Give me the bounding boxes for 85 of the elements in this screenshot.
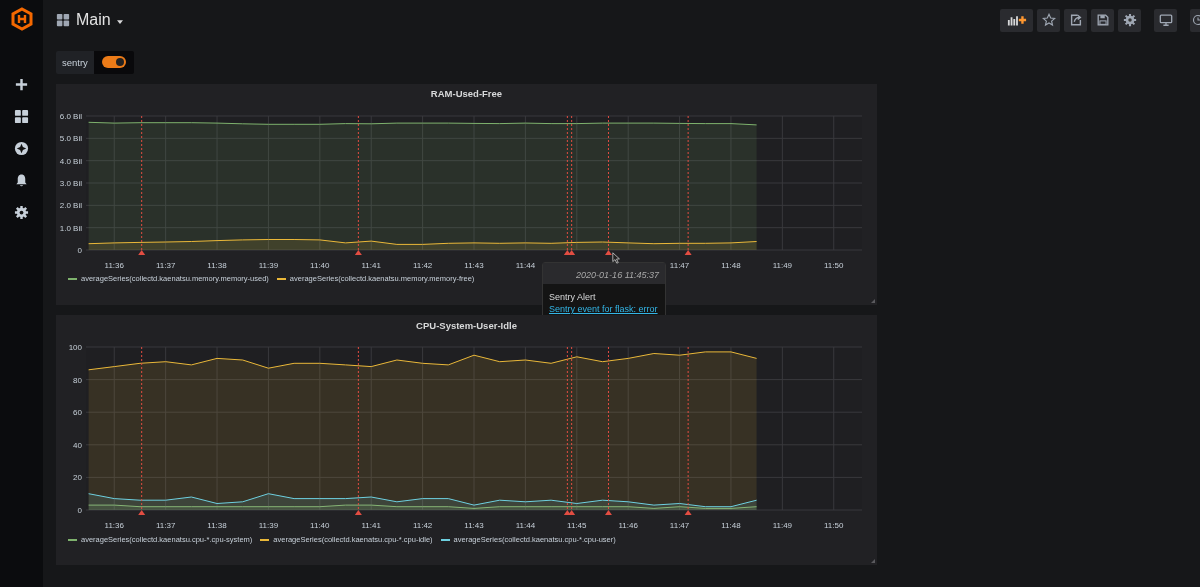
x-tick-label: 11:39 (258, 261, 279, 270)
x-tick-label: 11:49 (772, 521, 793, 530)
x-tick-label: 11:38 (207, 521, 227, 530)
x-tick-label: 11:38 (207, 261, 227, 270)
x-tick-label: 11:45 (567, 521, 587, 530)
dashboard-title[interactable]: Main (76, 11, 111, 29)
annotation-marker[interactable] (354, 346, 362, 515)
y-tick-label: 20 (73, 473, 82, 483)
tooltip-link[interactable]: Sentry event for flask: error (549, 304, 658, 314)
y-tick-label: 3.0 Bil (59, 179, 82, 188)
settings-button[interactable] (1118, 8, 1141, 32)
annotation-marker[interactable] (354, 115, 362, 255)
share-button[interactable] (1064, 8, 1087, 32)
share-icon (1068, 13, 1083, 27)
grid-icon[interactable] (14, 109, 29, 124)
monitor-button[interactable] (1154, 8, 1177, 32)
x-tick-label: 11:42 (412, 261, 433, 270)
resize-handle-icon[interactable] (871, 559, 875, 563)
cursor-icon (612, 252, 620, 264)
star-icon (1041, 13, 1056, 27)
grid-icon (56, 13, 70, 27)
x-tick-label: 11:47 (669, 261, 690, 270)
y-tick-label: 0 (77, 506, 82, 515)
x-tick-label: 11:49 (772, 261, 793, 270)
toggle-switch[interactable] (101, 56, 126, 68)
logo-icon[interactable] (9, 7, 34, 31)
time-picker-button[interactable] (1190, 8, 1200, 32)
y-tick-label: 5.0 Bil (59, 134, 82, 144)
plus-icon[interactable] (14, 77, 29, 92)
x-tick-label: 11:36 (104, 521, 124, 530)
annotation-marker[interactable] (684, 115, 692, 255)
caret-icon[interactable] (116, 19, 123, 24)
variable-label: sentry (56, 50, 94, 74)
bell-icon[interactable] (14, 173, 29, 188)
x-tick-label: 11:50 (824, 261, 844, 270)
y-tick-label: 4.0 Bil (59, 156, 82, 166)
y-tick-label: 6.0 Bil (59, 112, 82, 121)
y-tick-label: 60 (73, 408, 82, 418)
x-tick-label: 11:48 (721, 261, 741, 270)
x-tick-label: 11:41 (361, 261, 381, 270)
x-tick-label: 11:44 (515, 261, 536, 270)
tooltip-title: Sentry Alert (549, 292, 597, 302)
monitor-icon (1158, 13, 1173, 27)
x-tick-label: 11:43 (464, 261, 484, 270)
x-tick-label: 11:42 (412, 521, 433, 530)
x-tick-label: 11:41 (361, 521, 381, 530)
x-tick-label: 11:39 (258, 521, 279, 530)
x-tick-label: 11:36 (104, 261, 124, 270)
x-tick-label: 11:43 (464, 521, 484, 530)
y-tick-label: 1.0 Bil (59, 223, 82, 233)
y-tick-label: 40 (73, 440, 82, 450)
tooltip-time: 2020-01-16 11:45:37 (543, 263, 665, 284)
star-button[interactable] (1037, 8, 1060, 32)
annotation-marker[interactable] (604, 346, 612, 515)
x-tick-label: 11:40 (310, 261, 330, 270)
x-tick-label: 11:48 (721, 521, 741, 530)
y-tick-label: 0 (77, 246, 82, 255)
y-tick-label: 80 (73, 375, 82, 385)
add-panel-button[interactable] (1000, 8, 1033, 32)
settings-icon[interactable] (14, 205, 29, 220)
resize-handle-icon[interactable] (871, 299, 875, 303)
x-tick-label: 11:46 (618, 521, 638, 530)
annotation-marker[interactable] (684, 346, 692, 515)
x-tick-label: 11:40 (310, 521, 330, 530)
x-tick-label: 11:37 (155, 261, 176, 270)
x-tick-label: 11:50 (824, 521, 844, 530)
x-tick-label: 11:37 (155, 521, 176, 530)
annotation-marker[interactable] (568, 346, 576, 515)
y-tick-label: 2.0 Bil (59, 201, 82, 211)
annotation-marker[interactable] (604, 115, 612, 255)
annotation-marker[interactable] (138, 346, 146, 515)
annotation-marker[interactable] (563, 346, 571, 515)
annotation-marker[interactable] (138, 115, 146, 255)
annotation-marker[interactable] (568, 115, 576, 255)
panel-title: RAM-Used-Free (430, 87, 503, 101)
x-tick-label: 11:47 (669, 521, 690, 530)
save-icon (1095, 13, 1110, 27)
panel-title: CPU-System-User-Idle (416, 319, 517, 333)
add-panel-icon (1006, 13, 1027, 27)
save-button[interactable] (1091, 8, 1114, 32)
annotation-marker[interactable] (563, 115, 571, 255)
y-tick-label: 100 (68, 343, 82, 352)
compass-icon[interactable] (14, 141, 29, 156)
settings-icon (1122, 13, 1137, 27)
x-tick-label: 11:44 (515, 521, 536, 530)
